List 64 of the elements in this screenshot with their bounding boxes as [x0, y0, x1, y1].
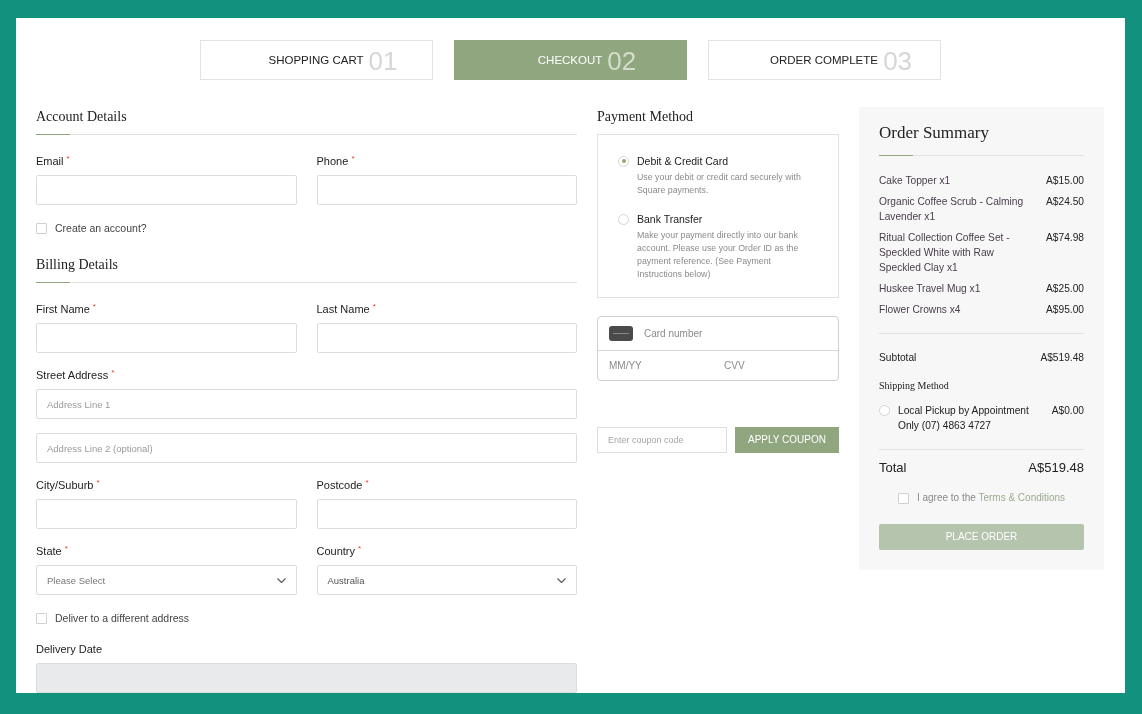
radio-button[interactable]	[618, 213, 629, 225]
card-number-field[interactable]: Card number	[644, 317, 838, 350]
shipping-title: Shipping Method	[879, 379, 949, 393]
item-name: Cake Topper x1	[879, 174, 951, 188]
step-tab[interactable]: CHECKOUT 02	[453, 40, 687, 80]
option-description: Use your debit or credit card securely with Square payments.	[637, 171, 802, 197]
summary-title: Order Summary	[879, 122, 989, 144]
field-label: Postcode $^{*}$	[316, 477, 369, 492]
item-name: Huskee Travel Mug x1	[879, 282, 981, 296]
checkbox[interactable]	[897, 492, 909, 504]
subtotal-label: Subtotal	[879, 351, 917, 365]
field-label: Last Name $^{*}$	[316, 301, 376, 316]
item-name: Organic Coffee Scrub - Calming Lavender x1	[879, 195, 1025, 224]
field-label: First Name $^{*}$	[36, 301, 96, 316]
option-label: Bank Transfer	[637, 212, 703, 226]
input-field[interactable]	[316, 323, 577, 353]
input-field[interactable]	[36, 175, 297, 205]
checkbox[interactable]	[36, 612, 47, 624]
field-label: State $^{*}$	[36, 543, 68, 558]
checkbox[interactable]	[36, 222, 47, 234]
option-label: Debit & Credit Card	[637, 154, 729, 168]
field-label: Phone $^{*}$	[316, 153, 355, 168]
radio-button[interactable]	[879, 405, 890, 416]
field-label: Street Address $^{*}$	[36, 367, 115, 382]
subtotal-value: A$519.48	[1040, 351, 1084, 365]
shipping-option-label: Local Pickup by Appointment Only (07) 4863 4727	[898, 404, 1030, 433]
section-title: Billing Details	[36, 256, 119, 274]
card-form[interactable]: Card number MM/YY CVV	[597, 316, 839, 381]
section-title: Account Details	[36, 108, 127, 126]
input-field[interactable]: Address Line 2 (optional)	[36, 433, 577, 463]
total-value: A$519.48	[1028, 460, 1084, 476]
input-field[interactable]: Address Line 1	[36, 389, 577, 419]
item-price: A$15.00	[1046, 174, 1084, 188]
select-field[interactable]: Please Select	[36, 565, 297, 595]
field-label: City/Suburb $^{*}$	[36, 477, 100, 492]
item-price: A$95.00	[1046, 303, 1084, 317]
input-field[interactable]	[316, 175, 577, 205]
item-price: A$25.00	[1046, 282, 1084, 296]
item-name: Ritual Collection Coffee Set - Speckled White with Raw Speckled Clay x1	[879, 231, 1011, 275]
input-field[interactable]	[36, 499, 297, 529]
chevron-down-icon	[557, 577, 566, 583]
terms-text: I agree to the Terms & Conditions	[916, 491, 1066, 505]
field-label: Delivery Date	[36, 642, 103, 656]
radio-button[interactable]	[618, 155, 629, 167]
input-field[interactable]	[316, 499, 577, 529]
select-field[interactable]: Australia	[316, 565, 577, 595]
item-price: A$24.50	[1046, 195, 1084, 209]
chevron-down-icon	[276, 577, 286, 583]
field-label: Country $^{*}$	[316, 543, 362, 558]
checkbox-label: Create an account?	[55, 221, 147, 235]
card-icon	[609, 326, 633, 341]
shipping-price: A$0.00	[1051, 404, 1084, 418]
checkbox-label: Deliver to a different address	[55, 611, 190, 625]
option-description: Make your payment directly into our bank account. Please use your Order ID as the payment reference. (See Payment Instructions below)	[637, 229, 800, 281]
field-label: Email $^{*}$	[36, 153, 70, 168]
coupon-field[interactable]: Enter coupon code	[597, 427, 727, 453]
cvv-field[interactable]: CVV	[713, 351, 838, 380]
apply-coupon-button[interactable]: APPLY COUPON	[735, 427, 839, 453]
total-label: Total	[879, 460, 907, 476]
item-price: A$74.98	[1046, 231, 1084, 245]
item-name: Flower Crowns x4	[879, 303, 961, 317]
expiry-field[interactable]: MM/YY	[598, 351, 713, 380]
section-title: Payment Method	[597, 108, 694, 126]
input-field[interactable]	[36, 323, 297, 353]
